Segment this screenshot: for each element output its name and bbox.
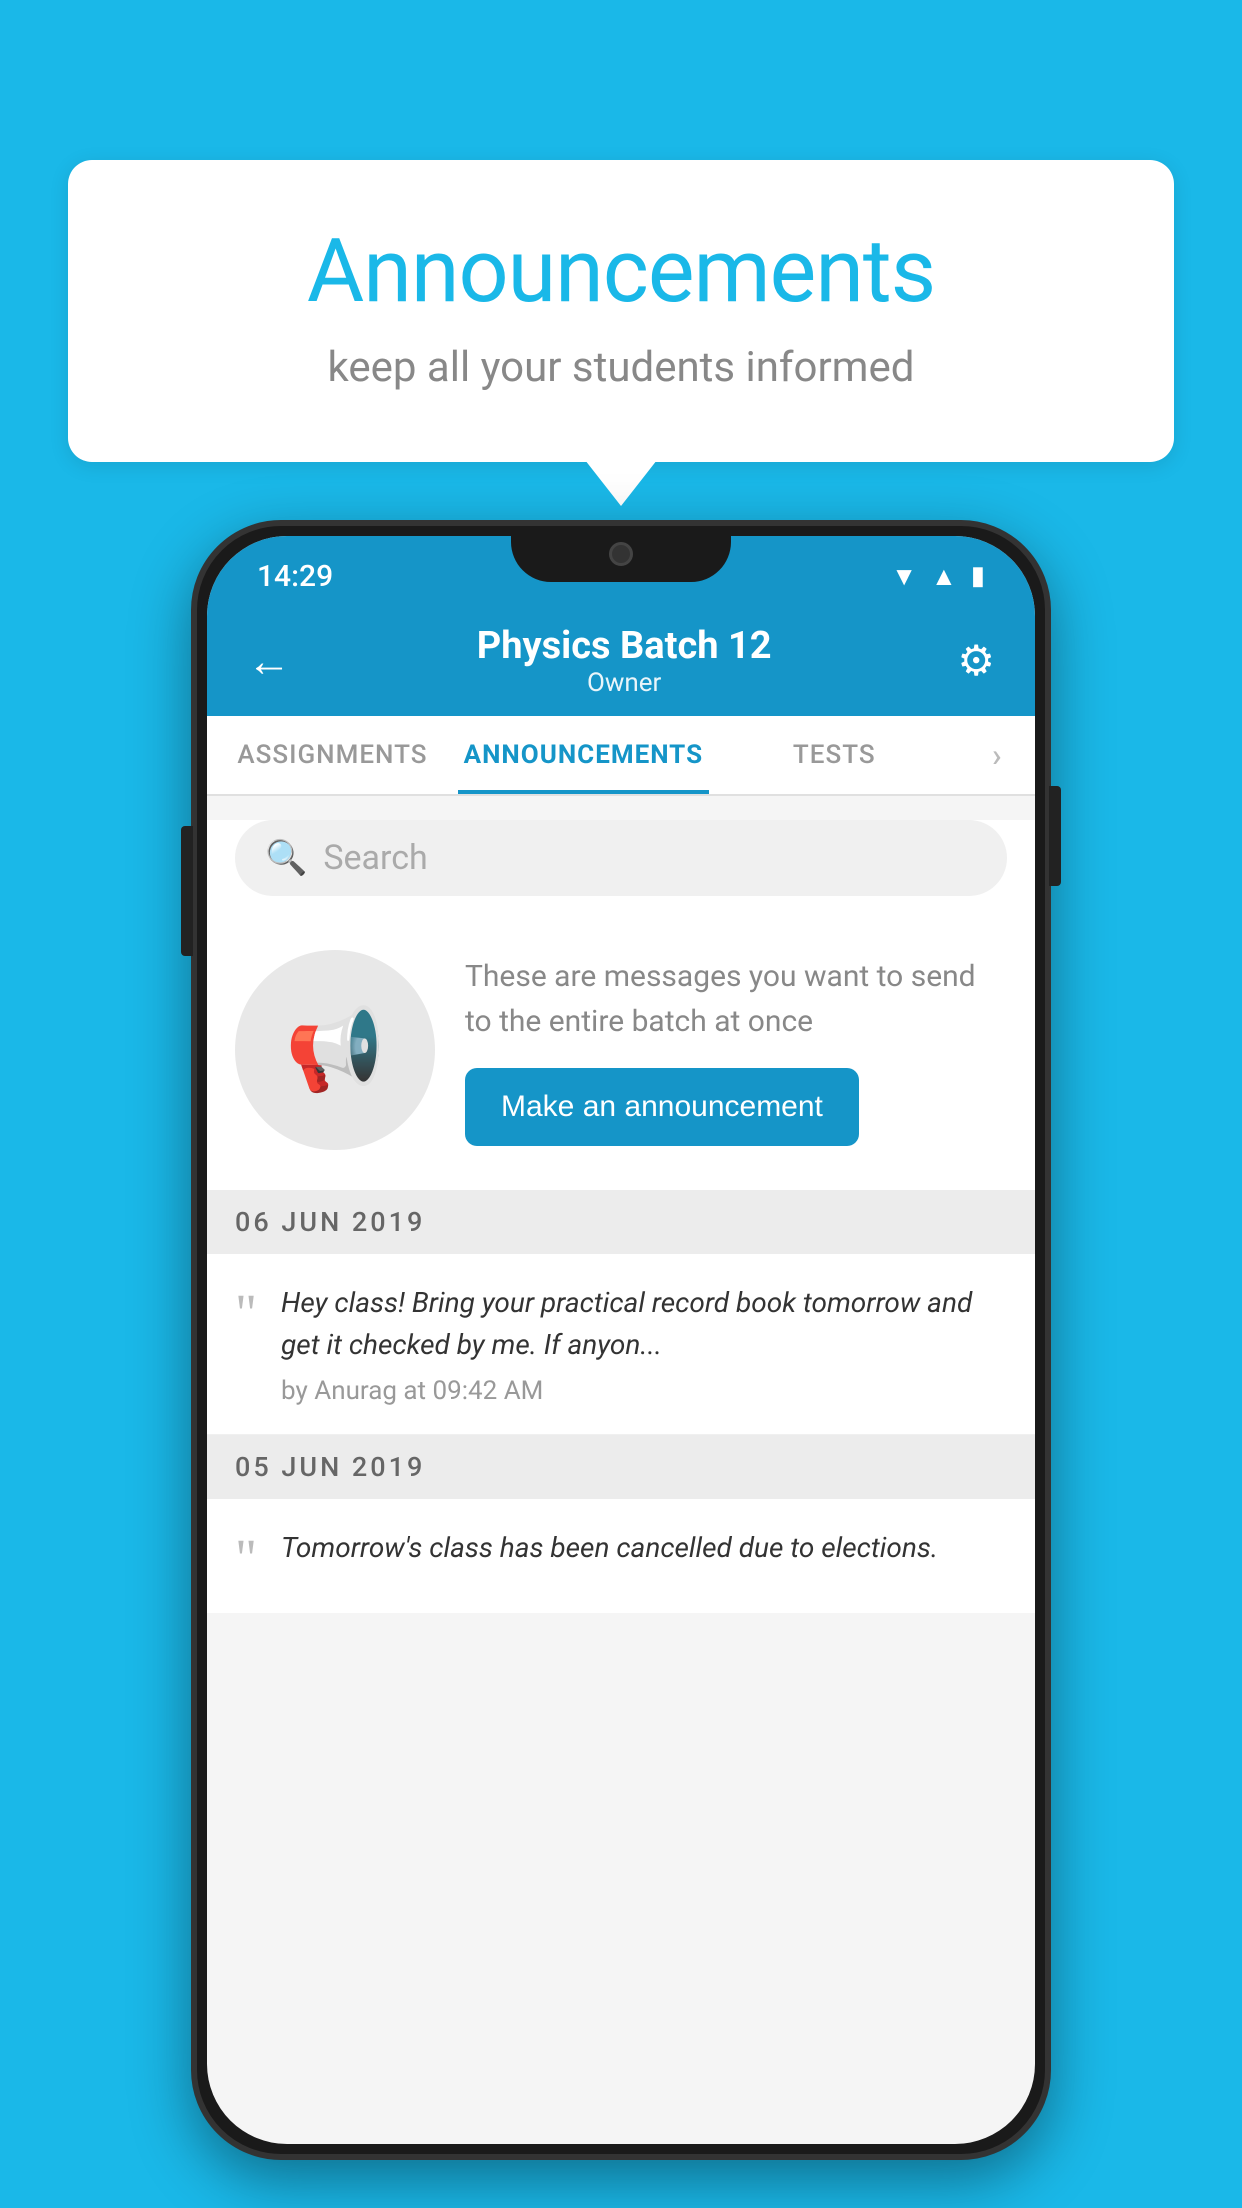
bubble-title: Announcements [148,220,1094,323]
phone-outer: 14:29 ▼ ▲ ▮ ← Physics Batch 12 Owner ⚙ [191,520,1051,2160]
app-header: ← Physics Batch 12 Owner ⚙ [207,606,1035,716]
header-subtitle: Owner [477,668,772,698]
signal-icon: ▲ [931,561,957,592]
status-time: 14:29 [257,559,333,594]
quote-icon-2: " [235,1531,257,1585]
settings-icon[interactable]: ⚙ [957,636,995,686]
date-divider-1: 06 JUN 2019 [207,1190,1035,1254]
search-bar[interactable]: 🔍 Search [235,820,1007,896]
search-icon: 🔍 [265,838,307,878]
bubble-subtitle: keep all your students informed [148,343,1094,392]
date-label-1: 06 JUN 2019 [235,1206,425,1238]
search-placeholder: Search [323,838,427,878]
camera [609,542,633,566]
promo-right: These are messages you want to send to t… [465,954,1007,1146]
announcement-message-2: Tomorrow's class has been cancelled due … [281,1527,1007,1569]
header-title: Physics Batch 12 [477,624,772,668]
quote-icon-1: " [235,1286,257,1340]
announcement-item-2[interactable]: " Tomorrow's class has been cancelled du… [207,1499,1035,1613]
promo-description: These are messages you want to send to t… [465,954,1007,1044]
announcement-message-1: Hey class! Bring your practical record b… [281,1282,1007,1366]
announcement-content-2: Tomorrow's class has been cancelled due … [281,1527,1007,1579]
announcement-meta-1: by Anurag at 09:42 AM [281,1376,1007,1406]
wifi-icon: ▼ [891,561,917,592]
tab-announcements[interactable]: ANNOUNCEMENTS [458,716,709,794]
header-center: Physics Batch 12 Owner [477,624,772,698]
date-label-2: 05 JUN 2019 [235,1451,425,1483]
tab-tests[interactable]: TESTS [709,716,960,794]
notch [511,526,731,582]
speech-bubble: Announcements keep all your students inf… [68,160,1174,462]
make-announcement-button[interactable]: Make an announcement [465,1068,859,1146]
status-icons: ▼ ▲ ▮ [891,561,985,592]
battery-icon: ▮ [971,561,985,591]
phone-mockup: 14:29 ▼ ▲ ▮ ← Physics Batch 12 Owner ⚙ [191,520,1051,2160]
back-button[interactable]: ← [247,635,291,687]
announcement-content-1: Hey class! Bring your practical record b… [281,1282,1007,1406]
tab-assignments[interactable]: ASSIGNMENTS [207,716,458,794]
tabs-container: ASSIGNMENTS ANNOUNCEMENTS TESTS › [207,716,1035,796]
tab-more[interactable]: › [960,716,1035,794]
content-area: 🔍 Search 📢 These are messages you want t… [207,820,1035,1613]
promo-section: 📢 These are messages you want to send to… [207,920,1035,1190]
phone-screen: 14:29 ▼ ▲ ▮ ← Physics Batch 12 Owner ⚙ [207,536,1035,2144]
speech-bubble-section: Announcements keep all your students inf… [68,160,1174,462]
promo-icon-circle: 📢 [235,950,435,1150]
date-divider-2: 05 JUN 2019 [207,1435,1035,1499]
megaphone-icon: 📢 [285,1003,385,1097]
announcement-item-1[interactable]: " Hey class! Bring your practical record… [207,1254,1035,1435]
